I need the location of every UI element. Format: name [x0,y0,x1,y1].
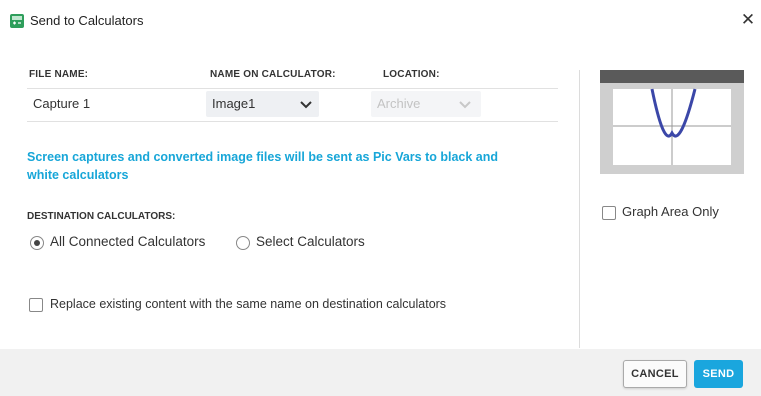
location-value: Archive [377,96,421,111]
location-dropdown: Archive [371,91,481,117]
chevron-down-icon [459,101,471,109]
close-icon[interactable]: ✕ [736,8,760,32]
replace-existing-checkbox[interactable] [29,298,43,312]
select-calculators-label[interactable]: Select Calculators [256,234,365,249]
all-connected-label[interactable]: All Connected Calculators [50,234,205,249]
name-on-calculator-header: NAME ON CALCULATOR: [210,69,336,80]
calculator-app-icon [10,14,24,28]
table-header-divider [27,88,558,89]
location-header: LOCATION: [383,69,440,80]
select-calculators-radio[interactable] [236,236,250,250]
replace-existing-label[interactable]: Replace existing content with the same n… [50,297,446,311]
cancel-button[interactable]: CANCEL [623,360,687,388]
destination-label: DESTINATION CALCULATORS: [27,211,176,222]
title-bar: Send to Calculators ✕ [0,0,761,40]
name-on-calculator-value: Image1 [212,96,256,111]
panel-divider [579,70,580,348]
graph-area-only-checkbox[interactable] [602,206,616,220]
all-connected-radio[interactable] [30,236,44,250]
table-row-divider [27,121,558,122]
name-on-calculator-dropdown[interactable]: Image1 [206,91,319,117]
file-name-value: Capture 1 [33,96,91,111]
graph-area-only-label[interactable]: Graph Area Only [622,204,719,219]
window-title: Send to Calculators [30,13,144,28]
info-message: Screen captures and converted image file… [27,150,499,182]
dialog-footer: CANCEL SEND [0,349,761,396]
chevron-down-icon [300,101,312,109]
radio-selected-dot [34,240,40,246]
send-button[interactable]: SEND [694,360,743,388]
graph-preview-image [600,70,744,174]
file-name-header: FILE NAME: [29,69,89,80]
